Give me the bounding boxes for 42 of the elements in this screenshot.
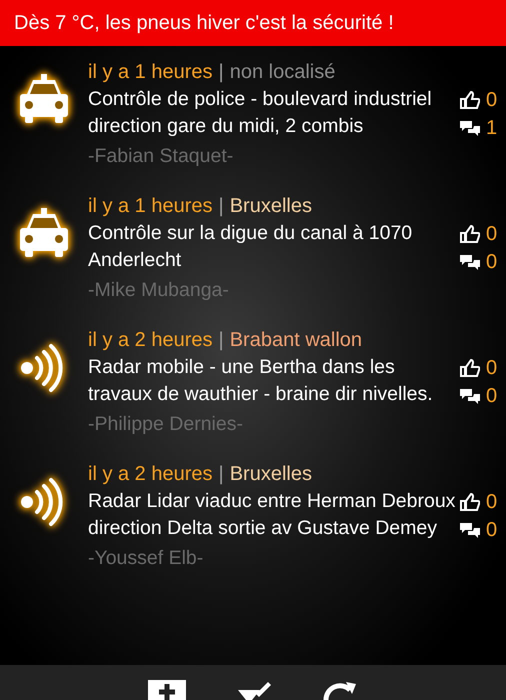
- thumbs-up-icon: [460, 359, 480, 377]
- alert-message: Radar Lidar viaduc entre Herman Debroux direction Delta sortie av Gustave Demey: [88, 489, 456, 541]
- like-count: 0: [486, 222, 498, 246]
- alert-message: Contrôle sur la digue du canal à 1070 Anderlecht: [88, 221, 414, 273]
- separator: |: [218, 60, 224, 85]
- speech-bubbles-icon: [460, 522, 480, 538]
- taxi-icon: [19, 206, 69, 258]
- alert-location: non localisé: [230, 60, 336, 85]
- alert-location: Bruxelles: [230, 194, 312, 219]
- alert-time: il y a 2 heures: [88, 462, 213, 487]
- alert-message: Contrôle de police - boulevard industriel direction gare du midi, 2 combis: [88, 87, 433, 139]
- speech-bubbles-icon: [460, 120, 480, 136]
- separator: |: [218, 194, 224, 219]
- alert-time: il y a 2 heures: [88, 328, 213, 353]
- speech-bubbles-icon: [460, 388, 480, 404]
- thumbs-up-icon: [460, 493, 480, 511]
- alert-time: il y a 1 heures: [88, 194, 213, 219]
- like-count: 0: [486, 88, 498, 112]
- separator: |: [218, 462, 224, 487]
- alert-author: -Philippe Dernies-: [88, 412, 244, 437]
- speech-bubbles-icon: [460, 254, 480, 270]
- comment-count: 0: [486, 518, 498, 542]
- like-count: 0: [486, 490, 498, 514]
- alert-author: -Youssef Elb-: [88, 546, 204, 571]
- refresh-icon[interactable]: [322, 680, 358, 700]
- comment-count: 1: [486, 116, 498, 140]
- promo-banner: Dès 7 °C, les pneus hiver c'est la sécurité !: [0, 0, 506, 46]
- alert-author: -Mike Mubanga-: [88, 278, 230, 303]
- like-count: 0: [486, 356, 498, 380]
- alert-message: Radar mobile - une Bertha dans les travaux de wauthier - braine dir nivelles.: [88, 355, 434, 407]
- thumbs-up-icon: [460, 225, 480, 243]
- add-icon[interactable]: [148, 680, 186, 700]
- alert-location: Bruxelles: [230, 462, 312, 487]
- alert-author: -Fabian Staquet-: [88, 144, 234, 169]
- alert-location: Brabant wallon: [230, 328, 362, 353]
- alert-time: il y a 1 heures: [88, 60, 213, 85]
- thumbs-up-icon: [460, 91, 480, 109]
- separator: |: [218, 328, 224, 353]
- filter-pencil-icon[interactable]: [236, 680, 272, 700]
- taxi-icon: [19, 72, 69, 124]
- comment-count: 0: [486, 250, 498, 274]
- comment-count: 0: [486, 384, 498, 408]
